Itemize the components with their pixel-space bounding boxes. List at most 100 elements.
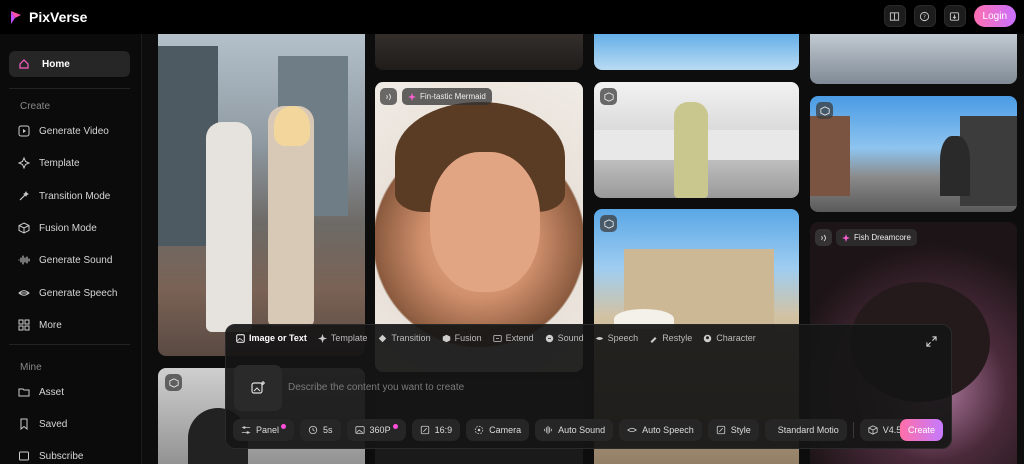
chip-label: Auto Sound [558,425,606,435]
brush-icon [650,336,657,343]
tab-sound[interactable]: Sound [545,333,584,343]
character-icon [703,334,712,342]
sound-icon [815,229,832,246]
sidebar-item-label: Fusion Mode [39,222,97,234]
tab-label: Image or Text [249,333,307,343]
chip-label: Auto Speech [642,425,694,435]
prompt-input[interactable]: Describe the content you want to create [288,382,464,393]
tab-speech[interactable]: Speech [595,333,639,343]
tab-label: Template [330,333,368,343]
cube-icon [600,215,617,232]
panel-chip[interactable]: Panel [233,419,295,441]
template-tag-label: Fin-tastic Mermaid [420,92,486,101]
showcase-card[interactable] [594,34,799,70]
sliders-icon [241,426,251,434]
divider [852,422,854,438]
home-icon [19,59,29,69]
sidebar-item-template[interactable]: Template [18,157,80,169]
showcase-card[interactable] [375,34,583,70]
play-square-icon [18,125,30,137]
tab-label: Transition [391,333,431,343]
tab-extend[interactable]: Extend [492,333,534,343]
tab-character[interactable]: Character [703,333,756,343]
divider [9,344,130,345]
tab-fusion[interactable]: Fusion [442,333,482,343]
options-bar: Panel 5s 360P 16:9 Camera Auto Sound Aut… [233,419,910,441]
chip-label: Style [730,425,751,435]
book-icon[interactable] [883,5,906,27]
tab-transition[interactable]: Transition [378,333,431,343]
transition-icon [18,190,30,202]
mode-tabs: Image or Text Template Transition Fusion… [236,333,756,343]
tab-label: Speech [607,333,639,343]
showcase-card[interactable] [594,82,799,198]
login-button[interactable]: Login [973,5,1016,27]
camera-icon [474,425,484,435]
chip-label: V4.5 [882,425,902,435]
sidebar-item-label: Generate Speech [39,287,118,299]
help-icon[interactable]: ? [913,5,936,27]
divider [9,88,130,89]
grid-icon [18,319,30,331]
sidebar: Home Create Generate Video Template Tran… [0,34,142,464]
sidebar-item-generate-video[interactable]: Generate Video [18,125,109,137]
template-tag: Fin-tastic Mermaid [402,88,492,105]
sidebar-item-asset[interactable]: Asset [18,386,64,398]
cube-icon [18,222,30,234]
logo[interactable]: PixVerse [10,9,87,25]
lips-icon [595,336,603,340]
chip-label: 5s [323,425,333,435]
sidebar-item-transition-mode[interactable]: Transition Mode [18,190,110,202]
tab-image-or-text[interactable]: Image or Text [236,333,307,343]
create-button[interactable]: Create [900,419,943,441]
sidebar-item-label: Asset [39,386,65,398]
tab-template[interactable]: Template [317,333,368,343]
sidebar-item-home[interactable]: Home [9,51,130,77]
style-chip[interactable]: Style [707,419,759,441]
image-icon [354,426,365,434]
chip-label: 360P [369,425,391,435]
brush-icon [716,425,725,435]
sidebar-item-generate-speech[interactable]: Generate Speech [18,287,117,299]
sparkle-icon [408,92,416,101]
sidebar-item-label: Transition Mode [39,190,111,202]
create-composer: Image or Text Template Transition Fusion… [225,324,952,449]
sound-icon [380,88,397,105]
sidebar-item-subscribe[interactable]: Subscribe [18,450,83,462]
showcase-card[interactable] [158,34,365,356]
duration-chip[interactable]: 5s [300,419,341,441]
showcase-card[interactable] [810,96,1017,212]
auto-sound-chip[interactable]: Auto Sound [535,419,614,441]
upload-image-button[interactable] [234,365,282,411]
sidebar-item-fusion-mode[interactable]: Fusion Mode [18,222,97,234]
waveform-icon [544,425,552,435]
tab-label: Fusion [454,333,482,343]
sidebar-item-generate-sound[interactable]: Generate Sound [18,254,112,266]
motion-mode-chip[interactable]: Standard Motio [764,419,847,441]
camera-chip[interactable]: Camera [466,419,530,441]
sidebar-item-label: Template [39,157,80,169]
template-icon [317,333,327,343]
auto-speech-chip[interactable]: Auto Speech [619,419,702,441]
tab-restyle[interactable]: Restyle [649,333,692,343]
resolution-chip[interactable]: 360P [346,419,406,441]
transition-icon [379,334,387,342]
sidebar-item-more[interactable]: More [18,319,62,331]
top-bar: PixVerse ? Login [0,0,1024,34]
section-title-create: Create [20,101,51,112]
template-tag: Fish Dreamcore [836,229,917,246]
cube-icon [868,425,878,435]
showcase-card[interactable] [810,34,1017,84]
expand-icon[interactable] [926,334,937,352]
aspect-ratio-chip[interactable]: 16:9 [411,419,461,441]
sidebar-item-saved[interactable]: Saved [18,418,67,430]
template-icon [18,157,30,169]
cube-icon [442,334,450,342]
download-app-icon[interactable] [943,5,966,27]
premium-dot [392,423,398,429]
sidebar-item-label: Subscribe [39,450,84,462]
folder-icon [18,386,30,398]
lips-icon [627,427,638,433]
sound-icon [545,334,553,342]
aspect-ratio-icon [420,425,429,435]
